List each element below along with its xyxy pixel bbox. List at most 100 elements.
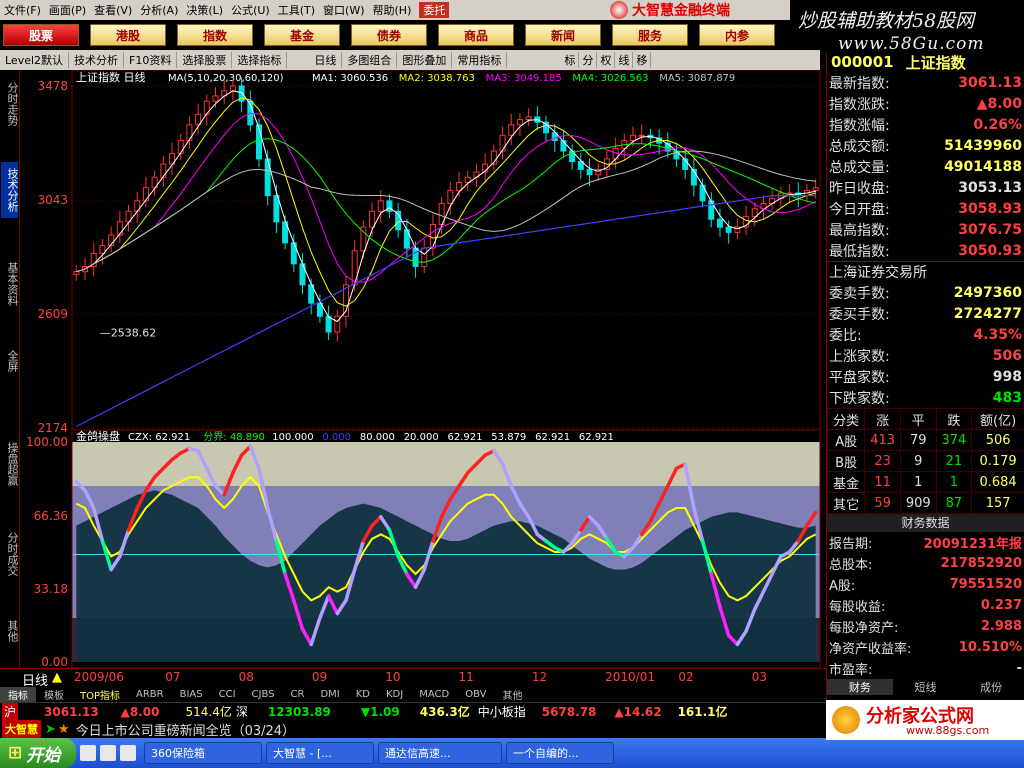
ind-tab-indicator[interactable]: 指标	[0, 686, 36, 702]
class-table-row[interactable]: B股 23 9 21 0.179	[826, 450, 1024, 472]
class-table-cell: B股	[826, 450, 866, 472]
menu-help[interactable]: 帮助(H)	[369, 2, 416, 18]
f10-button[interactable]: F10资料	[124, 52, 178, 68]
task-dzh[interactable]: 大智慧 - [...	[266, 742, 374, 764]
layout-select[interactable]: Level2默认	[0, 52, 70, 68]
tab-trades[interactable]: 分时成交	[1, 526, 19, 582]
exchange-name: 上海证券交易所	[827, 261, 1024, 282]
menu-file[interactable]: 文件(F)	[0, 2, 45, 18]
nav-index[interactable]: 指数	[177, 24, 253, 46]
nav-news[interactable]: 新闻	[525, 24, 601, 46]
period-daily-button[interactable]: 日线	[309, 52, 343, 68]
class-table-row[interactable]: A股 413 79 374 506	[826, 429, 1024, 451]
task-360-safe[interactable]: 360保险箱	[144, 742, 262, 764]
fin-value: 79551520	[949, 577, 1022, 592]
news-headline[interactable]: 今日上市公司重磅新闻全览（03/24）	[76, 720, 295, 739]
tab-shortline[interactable]: 短线	[893, 679, 959, 695]
class-table-row[interactable]: 其它 59 909 87 157	[826, 492, 1024, 514]
candle-body	[525, 116, 532, 121]
ind-tab-dmi[interactable]: DMI	[312, 689, 347, 700]
class-table-cell: 79	[899, 429, 937, 451]
right-adjust-icon[interactable]: 权	[597, 52, 616, 68]
sh-amount: 514.4亿	[185, 705, 232, 719]
tab-fundamentals[interactable]: 基本资料	[1, 256, 19, 312]
ind-tab-kd[interactable]: KD	[348, 689, 378, 700]
tech-analysis-button[interactable]: 技术分析	[69, 52, 125, 68]
select-stock-button[interactable]: 选择股票	[177, 52, 233, 68]
class-table-cell: 1	[899, 471, 937, 493]
quicklaunch-ie-icon[interactable]	[80, 745, 96, 761]
mark-icon[interactable]: 标	[561, 52, 580, 68]
main-nav: 股票 港股 指数 基金 债券 商品 新闻 服务 内参	[0, 20, 790, 50]
select-indicator-button[interactable]: 选择指标	[232, 52, 288, 68]
col-amount: 额(亿)	[971, 408, 1024, 430]
ind-tab-obv[interactable]: OBV	[457, 689, 494, 700]
period-arrow-icon[interactable]: ▲	[52, 670, 62, 685]
nav-bonds[interactable]: 债券	[351, 24, 427, 46]
ind-tab-cr[interactable]: CR	[283, 689, 313, 700]
move-icon[interactable]: 移	[633, 52, 652, 68]
ind-tab-cci[interactable]: CCI	[211, 689, 244, 700]
low-annotation: —2538.62	[100, 326, 157, 339]
nav-funds[interactable]: 基金	[264, 24, 340, 46]
menu-analysis[interactable]: 分析(A)	[136, 2, 182, 18]
task-tdx[interactable]: 通达信高速...	[378, 742, 502, 764]
menu-tools[interactable]: 工具(T)	[274, 2, 319, 18]
x-tick-label: 11	[458, 670, 474, 684]
col-class: 分类	[826, 408, 866, 430]
indicator-ytick: 0.00	[41, 655, 68, 668]
menu-formula[interactable]: 公式(U)	[227, 2, 274, 18]
sme-price: 5678.78	[541, 704, 597, 719]
start-button[interactable]: ⊞ 开始	[0, 738, 76, 768]
sh-label: 沪	[2, 703, 19, 720]
overlay-button[interactable]: 图形叠加	[397, 52, 453, 68]
quicklaunch-folder-icon[interactable]	[120, 745, 136, 761]
class-table-cell: 59	[864, 492, 901, 514]
fin-value: -	[1016, 661, 1022, 676]
menu-view[interactable]: 查看(V)	[90, 2, 136, 18]
ind-tab-cjbs[interactable]: CJBS	[244, 689, 283, 700]
ind-tab-other[interactable]: 其他	[494, 687, 530, 702]
tab-components[interactable]: 成份	[958, 679, 1024, 695]
line-icon[interactable]: 线	[615, 52, 634, 68]
class-table-cell: 909	[899, 492, 937, 514]
quicklaunch-media-icon[interactable]	[100, 745, 116, 761]
tab-intraday[interactable]: 分时走势	[1, 78, 19, 130]
menu-decision[interactable]: 决策(L)	[182, 2, 227, 18]
task-custom[interactable]: 一个自编的...	[506, 742, 614, 764]
ind-tab-bias[interactable]: BIAS	[172, 689, 211, 700]
menu-view-screen[interactable]: 画面(P)	[45, 2, 90, 18]
tab-other[interactable]: 其他	[1, 616, 19, 646]
nav-hk-stocks[interactable]: 港股	[90, 24, 166, 46]
tab-finance[interactable]: 财务	[827, 679, 893, 695]
candle-body	[812, 187, 819, 191]
fin-value: 10.510%	[958, 640, 1022, 655]
class-table-cell: 157	[971, 492, 1024, 514]
x-axis-row: 日线 ▲ 2009/06 07 08 09 10 11 12 2010/01 02 03	[0, 668, 826, 689]
nav-commodities[interactable]: 商品	[438, 24, 514, 46]
order-label: 委卖手数:	[829, 285, 890, 302]
x-tick-label: 2010/01	[605, 670, 655, 684]
ind-tab-arbr[interactable]: ARBR	[128, 689, 172, 700]
tab-fullscreen[interactable]: 全屏	[1, 346, 19, 376]
menu-window[interactable]: 窗口(W)	[319, 2, 368, 18]
nav-service[interactable]: 服务	[612, 24, 688, 46]
entrust-button[interactable]: 委托	[419, 2, 450, 18]
ind-tab-kdj[interactable]: KDJ	[378, 689, 411, 700]
tab-trading[interactable]: 操盘超赢	[1, 436, 19, 492]
nav-insider[interactable]: 内参	[699, 24, 775, 46]
nav-stocks[interactable]: 股票	[3, 24, 79, 46]
common-indicators-button[interactable]: 常用指标	[452, 52, 508, 68]
ind-tab-top[interactable]: TOP指标	[72, 687, 128, 702]
x-tick-label: 02	[678, 670, 694, 684]
ind-tab-template[interactable]: 模板	[36, 687, 72, 702]
x-tick-label: 03	[751, 670, 768, 684]
class-table-row[interactable]: 基金 11 1 1 0.684	[826, 471, 1024, 493]
sz-amount: 436.3亿	[419, 705, 470, 719]
split-icon[interactable]: 分	[579, 52, 598, 68]
chart-area[interactable]: 3478 3043 2609 2174 上证指数 日线 MA(5,10,20,30,60,…	[20, 70, 826, 668]
ind-tab-macd[interactable]: MACD	[411, 689, 457, 700]
multi-chart-button[interactable]: 多图组合	[342, 52, 398, 68]
kline-panel: 3478 3043 2609 2174 上证指数 日线 MA(5,10,20,30,60,…	[37, 70, 821, 435]
tab-technical[interactable]: 技术分析	[1, 162, 19, 218]
